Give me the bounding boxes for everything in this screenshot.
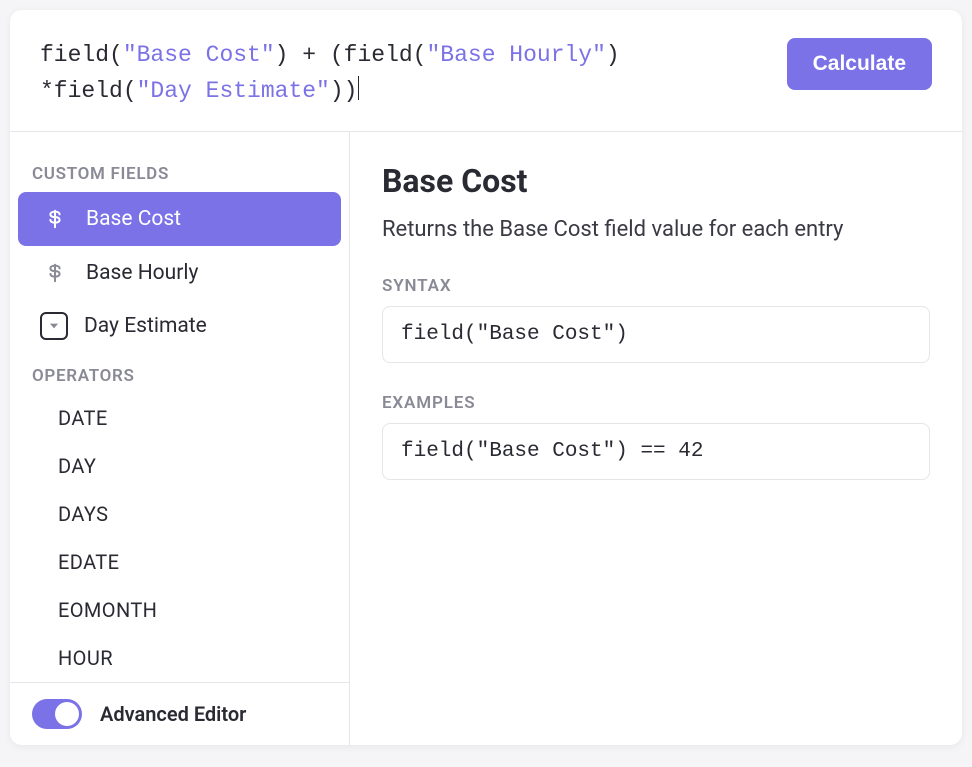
dollar-icon [40,204,70,234]
custom-fields-heading: CUSTOM FIELDS [10,150,349,192]
formula-token: *field( [40,78,137,104]
operator-item-day[interactable]: DAY [18,442,341,490]
dollar-icon [40,258,70,288]
field-item-base-cost[interactable]: Base Cost [18,192,341,246]
field-item-base-hourly[interactable]: Base Hourly [18,246,341,300]
syntax-heading: SYNTAX [382,276,930,296]
formula-bar: field("Base Cost") + (field("Base Hourly… [10,10,962,132]
operator-item-hour[interactable]: HOUR [18,634,341,682]
editor-body: CUSTOM FIELDS Base Cost Base Hourly [10,132,962,745]
examples-heading: EXAMPLES [382,393,930,413]
formula-token: ) + (field( [275,42,427,68]
toggle-knob [55,702,79,726]
sidebar-scroll[interactable]: CUSTOM FIELDS Base Cost Base Hourly [10,132,349,682]
detail-title: Base Cost [382,162,930,200]
operator-item-eomonth[interactable]: EOMONTH [18,586,341,634]
formula-token: field( [40,42,123,68]
formula-token: "Base Hourly" [426,42,605,68]
formula-token: )) [330,78,358,104]
advanced-editor-label: Advanced Editor [100,702,246,726]
field-item-day-estimate[interactable]: Day Estimate [18,300,341,352]
advanced-editor-toggle[interactable] [32,699,82,729]
detail-description: Returns the Base Cost field value for ea… [382,214,930,246]
detail-panel: Base Cost Returns the Base Cost field va… [350,132,962,745]
formula-token: ) [606,42,620,68]
sidebar: CUSTOM FIELDS Base Cost Base Hourly [10,132,350,745]
formula-token: "Base Cost" [123,42,275,68]
field-item-label: Base Cost [86,207,181,231]
formula-token: "Day Estimate" [137,78,330,104]
formula-editor-card: field("Base Cost") + (field("Base Hourly… [10,10,962,745]
dropdown-icon [40,312,68,340]
field-item-label: Day Estimate [84,314,207,338]
examples-code: field("Base Cost") == 42 [382,423,930,480]
sidebar-footer: Advanced Editor [10,682,349,745]
operators-heading: OPERATORS [10,352,349,394]
operator-item-date[interactable]: DATE [18,394,341,442]
operator-item-edate[interactable]: EDATE [18,538,341,586]
text-cursor [358,76,359,100]
formula-input[interactable]: field("Base Cost") + (field("Base Hourly… [40,38,767,109]
operator-item-days[interactable]: DAYS [18,490,341,538]
calculate-button[interactable]: Calculate [787,38,932,90]
syntax-code: field("Base Cost") [382,306,930,363]
field-item-label: Base Hourly [86,261,198,285]
